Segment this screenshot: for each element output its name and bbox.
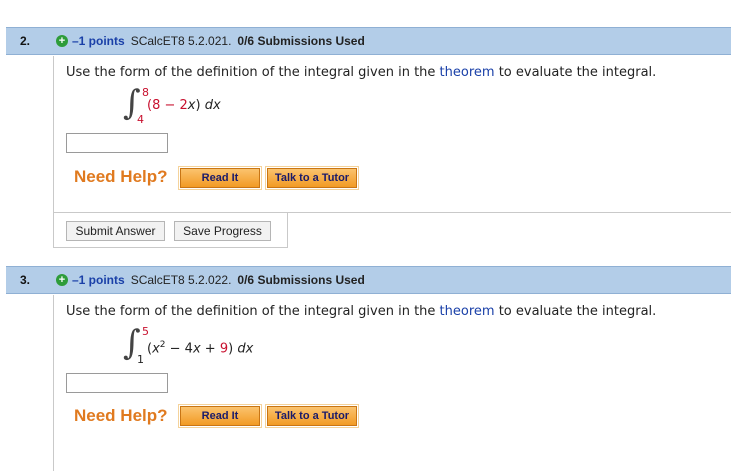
- question-prompt: Use the form of the definition of the in…: [66, 65, 656, 80]
- submissions-used: 0/6 Submissions Used: [237, 34, 365, 48]
- save-progress-button[interactable]: Save Progress: [174, 221, 271, 241]
- expand-plus-icon[interactable]: +: [56, 35, 68, 47]
- points-link[interactable]: –1 points: [72, 273, 125, 287]
- prompt-text: Use the form of the definition of the in…: [66, 304, 440, 319]
- integrand: (8 − 2x) dx: [147, 98, 221, 113]
- question-3-header: 3. + –1 points SCalcET8 5.2.022. 0/6 Sub…: [6, 266, 731, 294]
- expand-plus-icon[interactable]: +: [56, 274, 68, 286]
- answer-input[interactable]: [66, 133, 168, 153]
- question-code: SCalcET8 5.2.022.: [130, 273, 232, 287]
- read-it-button[interactable]: Read It: [178, 166, 262, 190]
- question-prompt: Use the form of the definition of the in…: [66, 304, 656, 319]
- answer-input[interactable]: [66, 373, 168, 393]
- points-link[interactable]: –1 points: [72, 34, 125, 48]
- submissions-used: 0/6 Submissions Used: [237, 273, 365, 287]
- question-2-header: 2. + –1 points SCalcET8 5.2.021. 0/6 Sub…: [6, 27, 731, 55]
- upper-limit: 5: [142, 325, 149, 338]
- theorem-link[interactable]: theorem: [440, 304, 495, 319]
- prompt-text-end: to evaluate the integral.: [494, 65, 657, 80]
- question-number: 2.: [20, 34, 31, 48]
- question-number: 3.: [20, 273, 31, 287]
- prompt-text-end: to evaluate the integral.: [494, 304, 657, 319]
- submit-answer-button[interactable]: Submit Answer: [66, 221, 165, 241]
- prompt-text: Use the form of the definition of the in…: [66, 65, 440, 80]
- talk-to-tutor-button[interactable]: Talk to a Tutor: [265, 404, 359, 428]
- theorem-link[interactable]: theorem: [440, 65, 495, 80]
- read-it-button[interactable]: Read It: [178, 404, 262, 428]
- need-help-label: Need Help?: [74, 406, 168, 425]
- integrand: (x2 − 4x + 9) dx: [147, 340, 254, 357]
- lower-limit: 4: [137, 113, 144, 126]
- talk-to-tutor-button[interactable]: Talk to a Tutor: [265, 166, 359, 190]
- question-code: SCalcET8 5.2.021.: [130, 34, 232, 48]
- lower-limit: 1: [137, 353, 144, 366]
- need-help-label: Need Help?: [74, 167, 168, 186]
